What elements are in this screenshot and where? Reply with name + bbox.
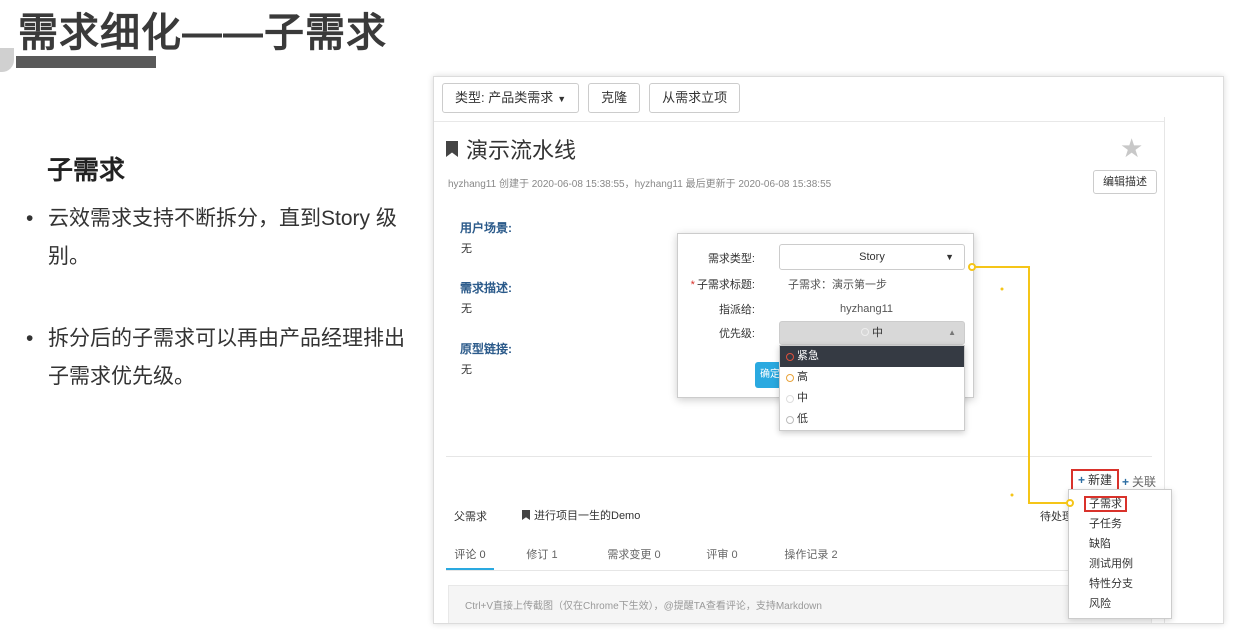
assignee-select[interactable]: hyzhang11 <box>840 303 893 315</box>
story-meta: hyzhang11 创建于 2020-06-08 15:38:55，hyzhan… <box>448 179 832 190</box>
tab-changes[interactable]: 需求变更 0 <box>590 542 678 570</box>
caret-down-icon: ▼ <box>557 94 567 104</box>
bullet-text: 云效需求支持不断拆分，直到Story 级别。 <box>48 207 397 268</box>
new-button[interactable]: + 新建 <box>1071 469 1120 491</box>
priority-ring-icon <box>786 373 794 382</box>
priority-option-label: 高 <box>797 371 808 383</box>
tab-reviews[interactable]: 评审 0 <box>678 542 766 570</box>
menu-item-subrequirement[interactable]: 子需求 <box>1069 494 1171 514</box>
field-label-prototype: 原型链接: <box>460 342 512 356</box>
priority-dropdown: 紧急 高 中 低 <box>779 345 965 431</box>
type-dropdown-label: 类型: 产品类需求 <box>455 90 554 105</box>
bullet-item: • 拆分后的子需求可以再由产品经理排出子需求优先级。 <box>18 320 408 396</box>
bookmark-icon <box>522 510 530 520</box>
bullet-list: • 云效需求支持不断拆分，直到Story 级别。 • 拆分后的子需求可以再由产品经理… <box>18 200 408 440</box>
priority-option-medium[interactable]: 中 <box>780 388 964 409</box>
title-field-label-text: 子需求标题: <box>696 279 755 291</box>
menu-item-label: 子需求 <box>1084 496 1127 512</box>
bullet-dot: • <box>26 207 34 230</box>
tab-comments[interactable]: 评论 0 <box>446 542 494 570</box>
caret-down-icon: ▼ <box>945 252 954 262</box>
toolbar: 类型: 产品类需求 ▼ 克隆 从需求立项 <box>442 83 741 113</box>
priority-select-value: 中 <box>872 327 883 339</box>
associate-label: 关联 <box>1132 475 1157 489</box>
type-select-value: Story <box>859 251 885 263</box>
menu-item-risk[interactable]: 风险 <box>1069 594 1171 614</box>
slide-title: 需求细化——子需求 <box>18 11 387 55</box>
title-field-label: * 子需求标题: <box>691 276 755 292</box>
toolbar-divider <box>434 121 1164 122</box>
type-dropdown-button[interactable]: 类型: 产品类需求 ▼ <box>442 83 580 113</box>
requirement-detail-panel: 类型: 产品类需求 ▼ 克隆 从需求立项 演示流水线 ★ hyzhang11 创建… <box>433 76 1224 624</box>
menu-item-bug[interactable]: 缺陷 <box>1069 534 1171 554</box>
from-requirement-button[interactable]: 从需求立项 <box>649 83 741 113</box>
priority-option-label: 低 <box>797 413 808 425</box>
associate-button[interactable]: + 关联 <box>1122 473 1156 490</box>
menu-item-feature-branch[interactable]: 特性分支 <box>1069 574 1171 594</box>
priority-ring-icon <box>786 352 794 361</box>
title-accent-light <box>0 48 14 72</box>
tab-operation-log[interactable]: 操作记录 2 <box>766 542 856 570</box>
field-value-description: 无 <box>461 303 472 315</box>
field-value-scenario: 无 <box>461 243 472 255</box>
priority-select[interactable]: 中 ▲ <box>779 321 965 345</box>
tab-revisions[interactable]: 修订 1 <box>494 542 590 570</box>
priority-field-label: 优先级: <box>718 328 755 340</box>
story-title-text: 演示流水线 <box>466 138 577 163</box>
bullet-item: • 云效需求支持不断拆分，直到Story 级别。 <box>18 200 408 276</box>
title-input[interactable]: 子需求：演示第一步 <box>788 276 887 292</box>
priority-option-label: 中 <box>797 392 808 404</box>
parent-requirement-title: 进行项目一生的Demo <box>534 510 641 522</box>
comment-input[interactable]: Ctrl+V直接上传截图（仅在Chrome下生效），@提醒TA查看评论，支持Ma… <box>448 585 1152 623</box>
type-field-label: 需求类型: <box>707 253 755 265</box>
priority-option-high[interactable]: 高 <box>780 367 964 388</box>
field-value-prototype: 无 <box>461 364 472 376</box>
bookmark-icon <box>446 141 458 157</box>
parent-requirement-link[interactable]: 进行项目一生的Demo <box>522 507 640 523</box>
edit-description-button[interactable]: 编辑描述 <box>1093 170 1157 194</box>
plus-icon: + <box>1122 475 1130 489</box>
plus-icon: + <box>1078 473 1086 487</box>
menu-item-testcase[interactable]: 测试用例 <box>1069 554 1171 574</box>
new-item-menu: 子需求 子任务 缺陷 测试用例 特性分支 风险 <box>1068 489 1172 619</box>
priority-option-low[interactable]: 低 <box>780 409 964 430</box>
priority-option-urgent[interactable]: 紧急 <box>780 346 964 367</box>
field-label-description: 需求描述: <box>460 281 512 295</box>
priority-ring-icon <box>786 394 794 403</box>
parent-requirement-label: 父需求 <box>454 511 487 523</box>
title-accent-dark <box>16 56 156 68</box>
story-title: 演示流水线 <box>446 133 576 165</box>
detail-tabs: 评论 0 修订 1 需求变更 0 评审 0 操作记录 2 <box>446 542 1152 571</box>
bullet-dot: • <box>26 327 34 350</box>
priority-option-label: 紧急 <box>797 350 819 362</box>
section-divider <box>446 456 1152 457</box>
new-button-label: 新建 <box>1088 473 1113 487</box>
caret-up-icon: ▲ <box>948 328 956 337</box>
star-icon[interactable]: ★ <box>1120 133 1143 164</box>
type-select[interactable]: Story ▼ <box>779 244 965 270</box>
stray-dot <box>1000 287 1004 291</box>
stray-dot <box>1010 493 1014 497</box>
section-heading: 子需求 <box>47 155 126 185</box>
assignee-field-label: 指派给: <box>718 304 755 316</box>
field-label-scenario: 用户场景: <box>460 221 512 235</box>
connector-line <box>972 266 1070 504</box>
priority-ring-icon <box>786 415 794 424</box>
priority-ring-icon <box>861 328 869 336</box>
required-mark: * <box>690 279 695 291</box>
clone-button[interactable]: 克隆 <box>588 83 641 113</box>
bullet-text: 拆分后的子需求可以再由产品经理排出子需求优先级。 <box>48 327 405 388</box>
menu-item-subtask[interactable]: 子任务 <box>1069 514 1171 534</box>
